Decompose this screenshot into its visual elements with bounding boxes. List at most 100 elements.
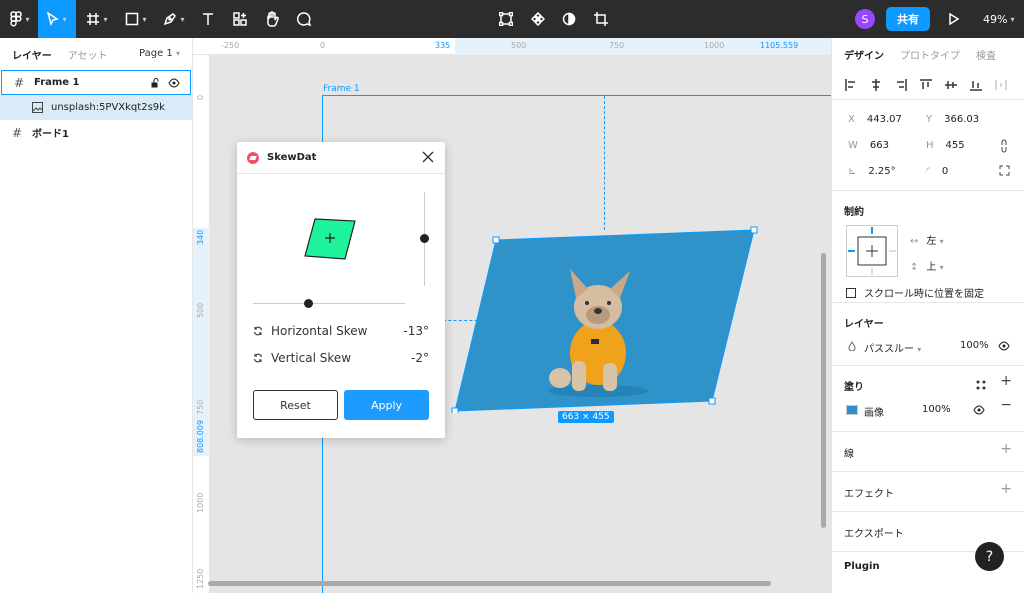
resize-handle[interactable] <box>750 226 758 234</box>
ruler-tick: 500 <box>511 41 527 50</box>
independent-corners-icon[interactable] <box>999 165 1010 176</box>
height-value: 455 <box>945 140 965 151</box>
layer-name: Frame 1 <box>34 77 80 88</box>
resources-button[interactable] <box>230 0 250 38</box>
constraints-widget[interactable] <box>846 225 898 277</box>
eye-icon[interactable] <box>168 77 180 88</box>
align-top-icon[interactable] <box>919 78 933 91</box>
fix-position-label: スクロール時に位置を固定 <box>864 289 984 300</box>
vector-edit-icon <box>499 12 513 26</box>
refresh-icon[interactable] <box>253 326 263 336</box>
constrain-proportions-icon[interactable] <box>1000 139 1008 153</box>
tab-design[interactable]: デザイン <box>844 47 884 62</box>
apply-button[interactable]: Apply <box>344 390 429 420</box>
styles-grid-icon[interactable] <box>976 380 986 390</box>
edit-object-button[interactable] <box>496 0 516 38</box>
layer-frame-1[interactable]: # Frame 1 <box>1 70 191 95</box>
stroke-section: 線 + <box>832 432 1024 472</box>
crop-icon <box>594 12 608 26</box>
page-selector[interactable]: Page 1 ▾ <box>139 48 180 59</box>
resize-handle[interactable] <box>451 407 459 413</box>
create-component-button[interactable] <box>528 0 548 38</box>
add-stroke-button[interactable]: + <box>1000 441 1012 457</box>
align-center-h-icon[interactable] <box>869 78 883 91</box>
align-center-v-icon[interactable] <box>944 79 958 91</box>
chevron-down-icon: ▾ <box>939 263 944 272</box>
comment-tool-button[interactable] <box>294 0 314 38</box>
effect-title: エフェクト <box>844 489 894 500</box>
user-avatar[interactable]: S <box>855 9 875 29</box>
fix-position-checkbox[interactable]: スクロール時に位置を固定 <box>846 285 984 300</box>
horizontal-skew-slider-track[interactable] <box>253 303 405 304</box>
tab-inspect[interactable]: 検査 <box>976 47 996 62</box>
align-right-icon[interactable] <box>894 78 908 91</box>
move-tool-button[interactable]: ▾ <box>38 0 76 38</box>
layer-opacity-field[interactable]: 100% <box>960 340 989 351</box>
tab-layers[interactable]: レイヤー <box>12 47 52 62</box>
fill-swatch[interactable] <box>846 405 858 415</box>
y-value: 366.03 <box>944 114 980 125</box>
frame-label[interactable]: Frame 1 <box>323 84 360 94</box>
horizontal-skew-value[interactable]: -13° <box>403 324 429 338</box>
horizontal-constraint-select[interactable]: ↔ 左 ▾ <box>910 232 944 247</box>
tab-assets[interactable]: アセット <box>68 47 108 62</box>
resize-handle[interactable] <box>708 397 716 405</box>
plugin-section-title: Plugin <box>844 561 880 572</box>
layer-image[interactable]: unsplash:5PVXkqt2s9k <box>0 95 192 120</box>
shape-tool-button[interactable]: ▾ <box>120 0 152 38</box>
layer-board-1[interactable]: # ボード1 <box>0 120 192 145</box>
y-field[interactable]: Y 366.03 <box>926 114 979 125</box>
crop-button[interactable] <box>591 0 611 38</box>
x-field[interactable]: X 443.07 <box>848 114 902 125</box>
close-icon[interactable] <box>421 150 435 164</box>
vertical-scrollbar[interactable] <box>821 253 826 528</box>
text-tool-button[interactable] <box>198 0 218 38</box>
resize-handle[interactable] <box>492 236 500 244</box>
align-left-icon[interactable] <box>844 78 858 91</box>
horizontal-skew-slider-handle[interactable] <box>304 299 313 308</box>
skew-preview-icon <box>304 218 356 260</box>
rotation-field[interactable]: ⊾ 2.25° <box>848 166 896 177</box>
remove-fill-button[interactable]: − <box>1000 397 1012 413</box>
blend-mode-select[interactable]: パススルー ▾ <box>864 340 921 355</box>
corner-radius-field[interactable]: ◜ 0 <box>926 166 948 177</box>
main-menu-button[interactable]: ▾ <box>6 0 34 38</box>
fill-section: 塗り + 画像 100% − <box>832 366 1024 432</box>
reset-button[interactable]: Reset <box>253 390 338 420</box>
distribute-icon[interactable] <box>994 79 1008 91</box>
ruler-tick: 1000 <box>704 41 725 50</box>
eye-icon[interactable] <box>973 405 985 415</box>
share-button[interactable]: 共有 <box>886 7 930 31</box>
align-bottom-icon[interactable] <box>969 79 983 91</box>
add-fill-button[interactable]: + <box>1000 373 1012 389</box>
height-field[interactable]: H 455 <box>926 140 965 151</box>
chevron-down-icon: ▾ <box>62 14 67 24</box>
present-button[interactable] <box>944 0 964 38</box>
pen-tool-button[interactable]: ▾ <box>158 0 190 38</box>
width-value: 663 <box>869 140 889 151</box>
ruler-tick: 0 <box>320 41 326 50</box>
width-field[interactable]: W 663 <box>848 140 889 151</box>
skewed-image[interactable] <box>448 223 763 413</box>
tab-prototype[interactable]: プロトタイプ <box>900 47 960 62</box>
horizontal-scrollbar[interactable] <box>208 581 771 586</box>
frame-tool-button[interactable]: ▾ <box>82 0 112 38</box>
vertical-skew-slider-handle[interactable] <box>420 234 429 243</box>
help-button[interactable]: ? <box>975 542 1004 571</box>
add-effect-button[interactable]: + <box>1000 481 1012 497</box>
hand-tool-button[interactable] <box>262 0 282 38</box>
vertical-constraint-select[interactable]: ↕ 上 ▾ <box>910 258 944 273</box>
unlock-icon[interactable] <box>151 77 160 88</box>
figma-logo-icon <box>10 11 23 27</box>
vertical-skew-value[interactable]: -2° <box>411 351 429 365</box>
refresh-icon[interactable] <box>253 353 263 363</box>
contrast-icon <box>562 12 576 26</box>
mask-button[interactable] <box>559 0 579 38</box>
fill-opacity-field[interactable]: 100% <box>922 404 951 415</box>
ruler-top: -250 0 335 500 750 1000 1105.559 <box>193 38 831 55</box>
left-panel-tabs: レイヤー アセット Page 1 ▾ <box>0 38 192 70</box>
zoom-menu[interactable]: 49% ▾ <box>983 0 1014 38</box>
comment-icon <box>297 12 311 26</box>
eye-icon[interactable] <box>998 341 1010 351</box>
ruler-tick: 808.009 <box>196 419 205 453</box>
